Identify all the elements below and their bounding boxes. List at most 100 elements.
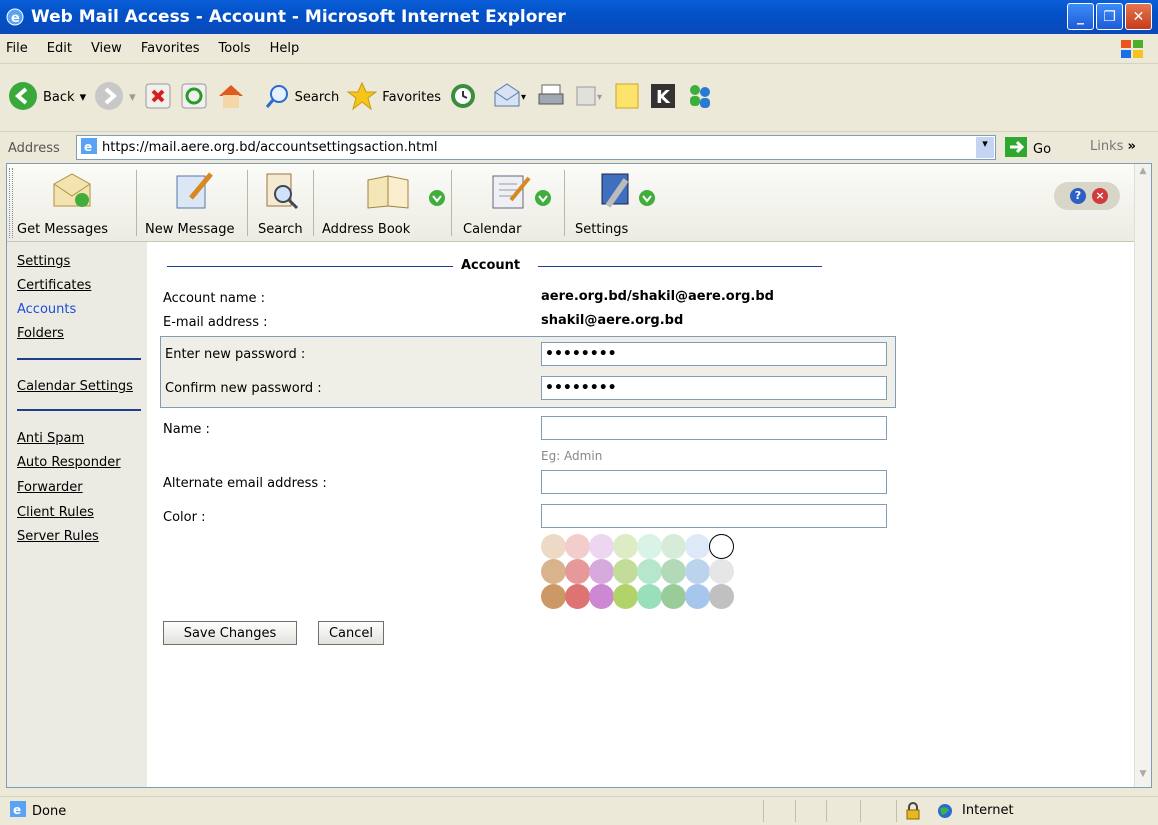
- color-swatch[interactable]: [589, 584, 614, 609]
- new-password-input[interactable]: ••••••••: [541, 342, 887, 366]
- new-password-label: Enter new password :: [165, 347, 306, 362]
- sidebar-item-client-rules[interactable]: Client Rules: [17, 505, 94, 520]
- messenger-icon[interactable]: [685, 82, 715, 114]
- color-swatch[interactable]: [661, 559, 686, 584]
- color-swatch[interactable]: [541, 559, 566, 584]
- color-swatch[interactable]: [685, 559, 710, 584]
- sidebar-item-server-rules[interactable]: Server Rules: [17, 529, 99, 544]
- history-icon[interactable]: [449, 82, 477, 114]
- lock-icon[interactable]: [906, 802, 920, 824]
- cancel-button[interactable]: Cancel: [318, 621, 384, 645]
- back-dropdown-icon[interactable]: ▾: [80, 90, 87, 105]
- color-swatch[interactable]: [709, 534, 734, 559]
- forward-button[interactable]: ▾: [94, 81, 136, 115]
- color-swatch[interactable]: [565, 584, 590, 609]
- save-changes-button[interactable]: Save Changes: [163, 621, 297, 645]
- color-swatch[interactable]: [661, 584, 686, 609]
- address-book-dropdown-icon[interactable]: [429, 190, 445, 206]
- color-swatch[interactable]: [661, 534, 686, 559]
- menu-file[interactable]: File: [6, 41, 28, 56]
- search-mail-label: Search: [258, 222, 303, 237]
- links-button[interactable]: Links »: [1090, 139, 1136, 154]
- menu-favorites[interactable]: Favorites: [141, 41, 200, 56]
- color-swatch[interactable]: [637, 559, 662, 584]
- color-swatch[interactable]: [685, 534, 710, 559]
- menu-view[interactable]: View: [91, 41, 122, 56]
- address-input[interactable]: e https://mail.aere.org.bd/accountsettin…: [76, 135, 996, 160]
- color-swatch[interactable]: [637, 534, 662, 559]
- window-title: Web Mail Access - Account - Microsoft In…: [31, 7, 566, 27]
- scroll-up-icon[interactable]: ▲: [1136, 166, 1150, 182]
- color-swatch[interactable]: [541, 584, 566, 609]
- alt-email-label: Alternate email address :: [163, 476, 327, 491]
- password-group: Enter new password : •••••••• Confirm ne…: [160, 336, 896, 408]
- search-button[interactable]: Search: [264, 83, 339, 113]
- close-button[interactable]: ✕: [1125, 3, 1152, 30]
- print-icon[interactable]: [537, 82, 565, 114]
- address-dropdown-icon[interactable]: ▾: [976, 137, 994, 158]
- sidebar-item-forwarder[interactable]: Forwarder: [17, 480, 83, 495]
- sidebar-item-certificates[interactable]: Certificates: [17, 278, 91, 293]
- menu-tools[interactable]: Tools: [219, 41, 251, 56]
- sidebar-item-accounts[interactable]: Accounts: [17, 302, 76, 317]
- settings-button[interactable]: Settings: [571, 170, 661, 237]
- forward-dropdown-icon[interactable]: ▾: [129, 90, 136, 105]
- color-swatch[interactable]: [589, 559, 614, 584]
- address-label: Address: [8, 140, 60, 156]
- maximize-button[interactable]: ❐: [1096, 3, 1123, 30]
- calendar-button[interactable]: Calendar: [459, 170, 559, 237]
- go-arrow-icon: [1005, 137, 1027, 161]
- favorites-button[interactable]: Favorites: [346, 81, 441, 115]
- get-messages-label: Get Messages: [17, 222, 109, 237]
- color-swatch[interactable]: [541, 534, 566, 559]
- logout-icon[interactable]: ×: [1092, 188, 1108, 204]
- settings-icon: [594, 170, 638, 214]
- search-mail-button[interactable]: Search: [253, 170, 309, 237]
- sidebar-item-anti-spam[interactable]: Anti Spam: [17, 431, 84, 446]
- color-swatch[interactable]: [565, 559, 590, 584]
- color-swatch[interactable]: [613, 559, 638, 584]
- sidebar-item-settings[interactable]: Settings: [17, 254, 70, 269]
- color-swatch[interactable]: [613, 584, 638, 609]
- svg-text:K: K: [656, 87, 671, 108]
- get-messages-button[interactable]: Get Messages: [17, 170, 127, 237]
- confirm-password-input[interactable]: ••••••••: [541, 376, 887, 400]
- forward-arrow-icon: [94, 81, 124, 115]
- color-swatch[interactable]: [709, 559, 734, 584]
- svg-text:e: e: [13, 803, 21, 817]
- note-icon[interactable]: [613, 81, 641, 115]
- color-swatch[interactable]: [589, 534, 614, 559]
- color-swatch[interactable]: [565, 534, 590, 559]
- page-scrollbar[interactable]: ▲ ▼: [1134, 164, 1151, 787]
- star-icon: [346, 81, 378, 115]
- color-swatch[interactable]: [685, 584, 710, 609]
- alt-email-input[interactable]: [541, 470, 887, 494]
- menu-edit[interactable]: Edit: [47, 41, 72, 56]
- sidebar-item-folders[interactable]: Folders: [17, 326, 64, 341]
- status-divider: [826, 800, 827, 822]
- help-icon[interactable]: ?: [1070, 188, 1086, 204]
- scroll-down-icon[interactable]: ▼: [1136, 769, 1150, 785]
- k-app-icon[interactable]: K: [649, 82, 677, 114]
- color-swatch[interactable]: [613, 534, 638, 559]
- edit-icon[interactable]: ▾: [573, 82, 605, 114]
- calendar-dropdown-icon[interactable]: [535, 190, 551, 206]
- get-messages-icon: [50, 170, 94, 214]
- go-button[interactable]: Go: [1005, 137, 1051, 161]
- mail-icon[interactable]: ▾: [493, 82, 529, 114]
- stop-icon[interactable]: [144, 82, 172, 114]
- refresh-icon[interactable]: [180, 82, 208, 114]
- color-swatch[interactable]: [637, 584, 662, 609]
- address-book-button[interactable]: Address Book: [319, 170, 445, 237]
- settings-dropdown-icon[interactable]: [639, 190, 655, 206]
- color-input[interactable]: [541, 504, 887, 528]
- color-swatch[interactable]: [709, 584, 734, 609]
- new-message-button[interactable]: New Message: [143, 170, 243, 237]
- name-input[interactable]: [541, 416, 887, 440]
- back-button[interactable]: Back ▾: [8, 81, 86, 115]
- sidebar-item-auto-responder[interactable]: Auto Responder: [17, 455, 121, 470]
- home-icon[interactable]: [216, 82, 246, 114]
- menu-help[interactable]: Help: [270, 41, 300, 56]
- sidebar-item-calendar-settings[interactable]: Calendar Settings: [17, 379, 133, 394]
- minimize-button[interactable]: _: [1067, 3, 1094, 30]
